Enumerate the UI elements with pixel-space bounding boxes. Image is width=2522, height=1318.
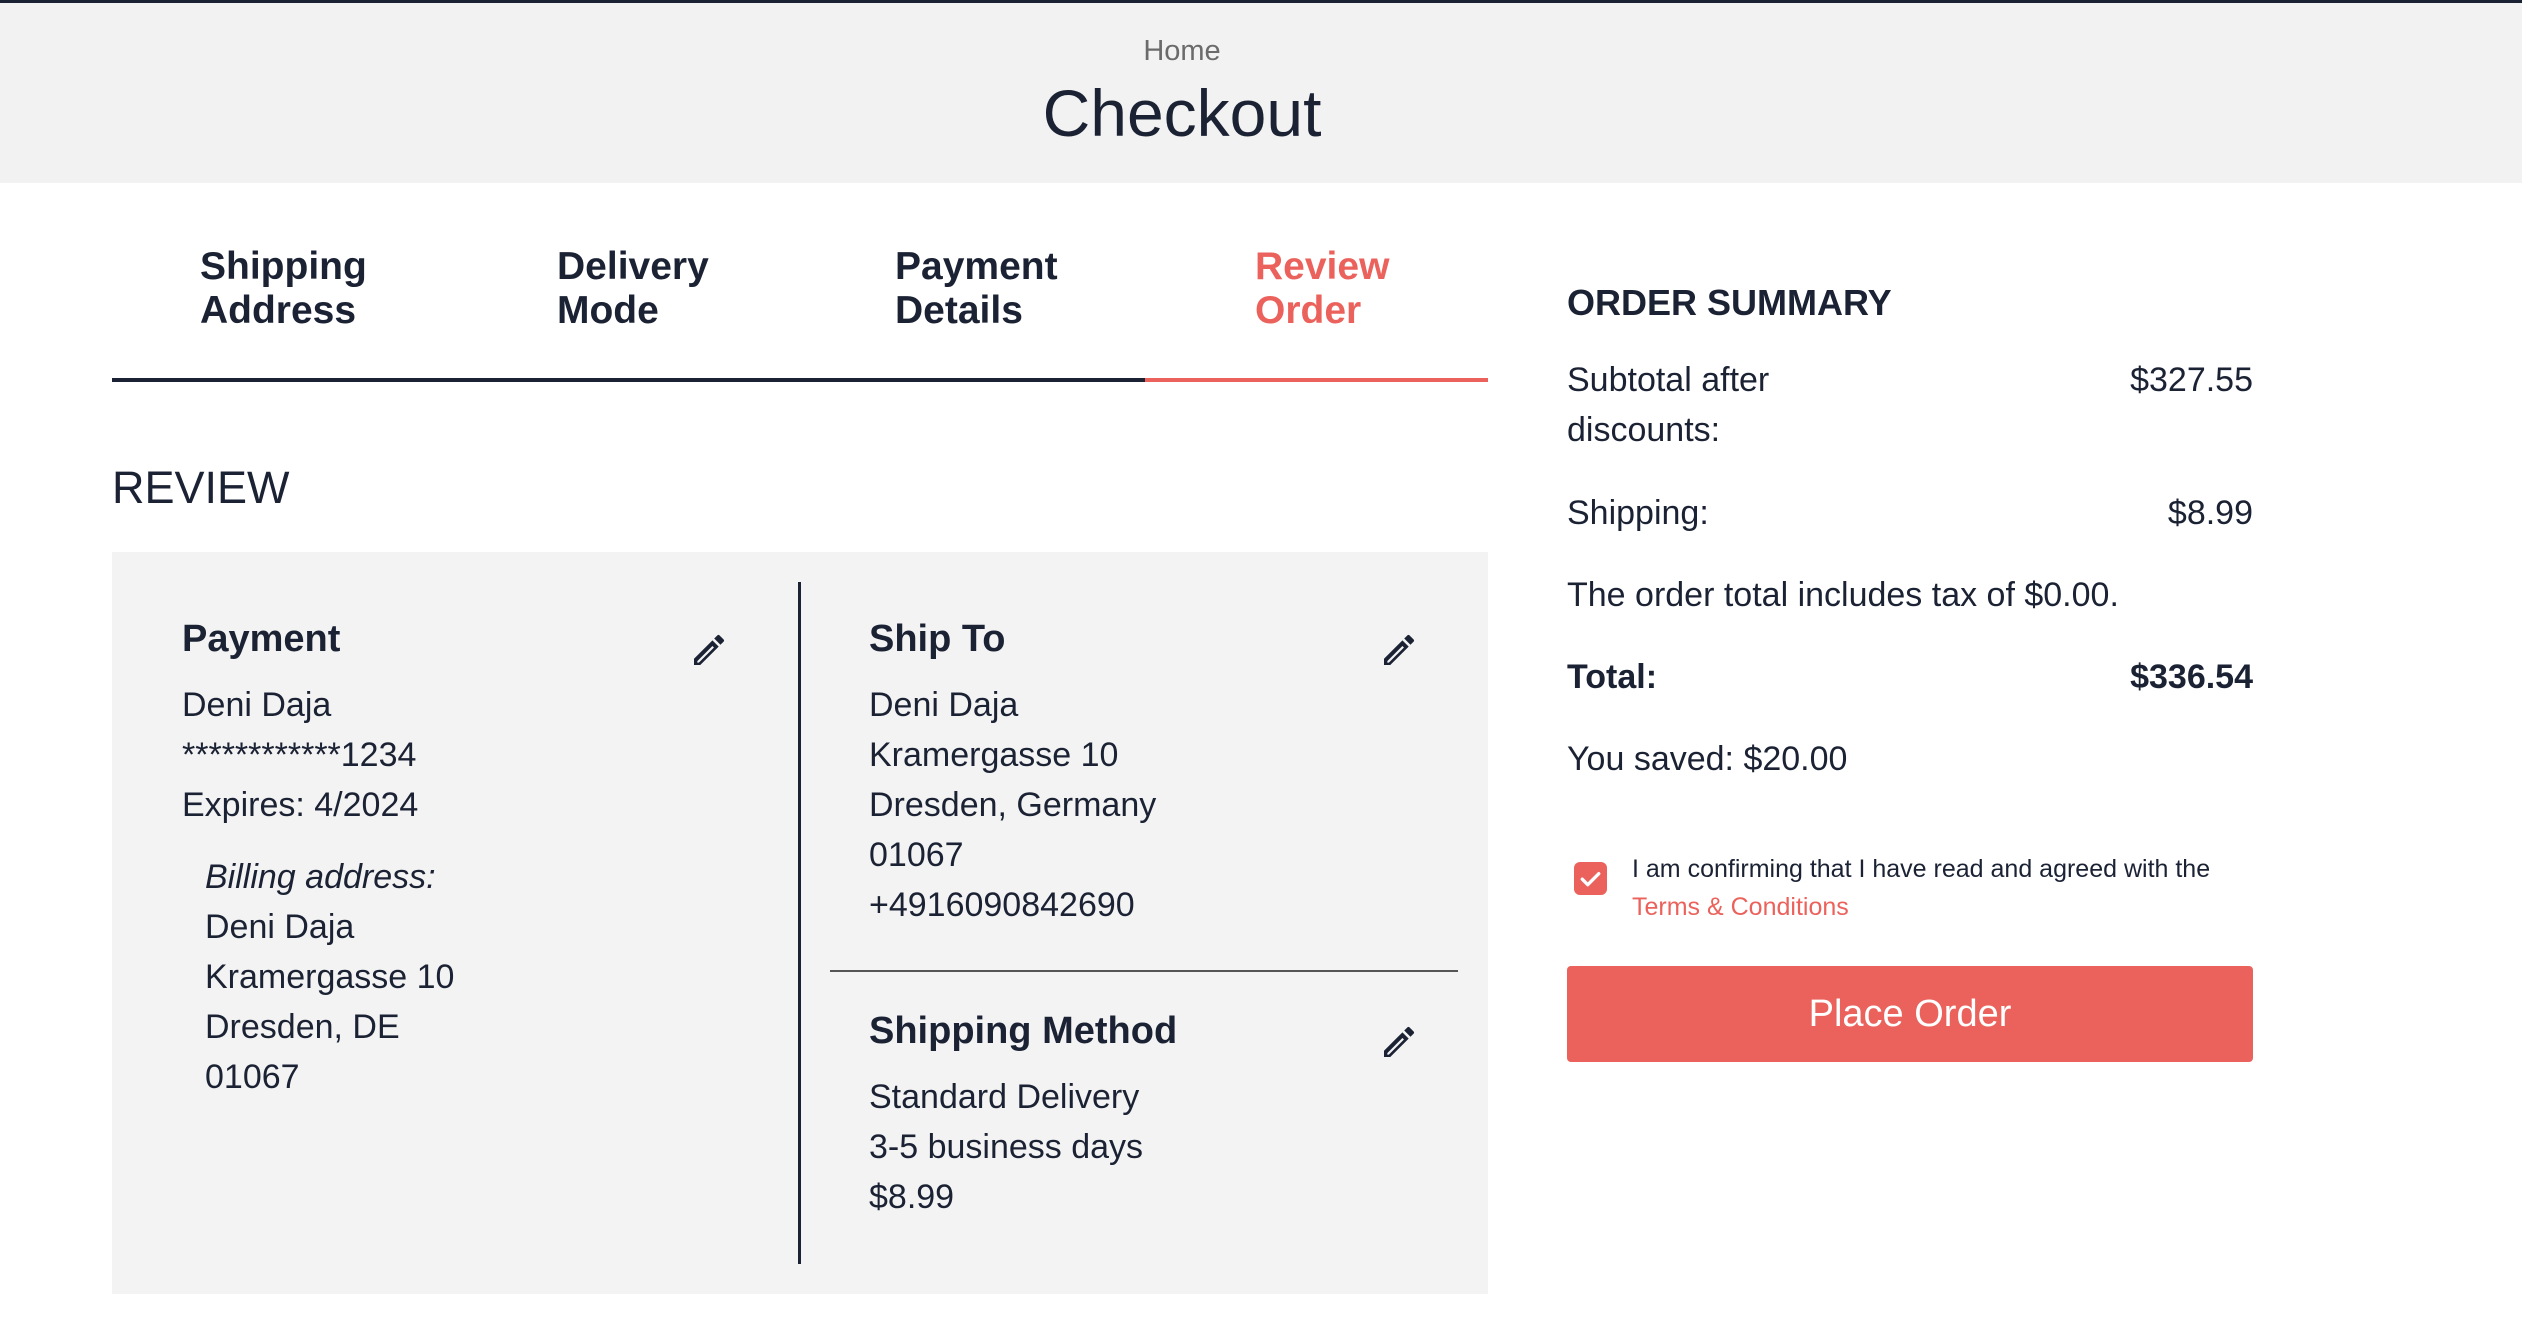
checkout-steps: Shipping Address Delivery Mode Payment D…: [112, 245, 1488, 385]
subtotal-label: Subtotal after discounts:: [1567, 361, 1770, 449]
shipping-method-price: $8.99: [869, 1178, 955, 1216]
terms-text: I am confirming that I have read and agr…: [1632, 850, 2252, 926]
ship-to-title: Ship To: [869, 618, 1006, 660]
step-delivery-mode[interactable]: Delivery Mode: [557, 245, 709, 333]
review-heading: REVIEW: [112, 462, 290, 513]
payment-expiry: Expires: 4/2024: [182, 786, 419, 824]
edit-ship-to-pencil-icon[interactable]: [1379, 630, 1419, 670]
ship-to-zip: 01067: [869, 836, 964, 874]
review-column-divider: [798, 582, 801, 1264]
payment-card-number: ************1234: [182, 736, 417, 774]
billing-name: Deni Daja: [205, 908, 355, 946]
terms-confirmation: I am confirming that I have read and agr…: [1567, 850, 2253, 930]
edit-shipping-method-pencil-icon[interactable]: [1379, 1022, 1419, 1062]
shipping-method-title: Shipping Method: [869, 1010, 1178, 1052]
billing-street: Kramergasse 10: [205, 958, 455, 996]
step-progress-active: [1145, 378, 1488, 382]
shipping-method-name: Standard Delivery: [869, 1078, 1140, 1116]
page-header: Home Checkout: [0, 3, 2522, 183]
payment-name: Deni Daja: [182, 686, 332, 724]
ship-to-street: Kramergasse 10: [869, 736, 1119, 774]
step-payment-details[interactable]: Payment Details: [895, 245, 1058, 333]
billing-zip: 01067: [205, 1058, 300, 1096]
edit-payment-pencil-icon[interactable]: [689, 630, 729, 670]
review-panel: Payment Deni Daja ************1234 Expir…: [112, 552, 1488, 1294]
terms-checkbox[interactable]: [1574, 862, 1607, 895]
tax-note: The order total includes tax of $0.00.: [1567, 576, 2119, 614]
order-summary-title: ORDER SUMMARY: [1567, 282, 1892, 323]
breadcrumb-home[interactable]: Home: [1000, 35, 1364, 68]
terms-conditions-link[interactable]: Terms & Conditions: [1632, 893, 1849, 921]
shipping-value: $8.99: [2167, 494, 2253, 532]
step-review-order[interactable]: Review Order: [1255, 245, 1389, 333]
subtotal-value: $327.55: [2130, 361, 2253, 399]
shipping-method-duration: 3-5 business days: [869, 1128, 1144, 1166]
step-shipping-address[interactable]: Shipping Address: [200, 245, 367, 333]
savings-text: You saved: $20.00: [1567, 740, 1848, 778]
payment-title: Payment: [182, 618, 341, 660]
step-progress-completed: [112, 378, 1145, 382]
place-order-button[interactable]: Place Order: [1567, 966, 2253, 1062]
order-summary: ORDER SUMMARY Subtotal after discounts: …: [1567, 270, 2253, 1070]
billing-address-label: Billing address:: [205, 858, 436, 896]
ship-to-phone: +4916090842690: [869, 886, 1135, 924]
ship-to-city: Dresden, Germany: [869, 786, 1157, 824]
terms-confirm-text: I am confirming that I have read and agr…: [1632, 855, 2211, 883]
billing-city: Dresden, DE: [205, 1008, 400, 1046]
shipping-label: Shipping:: [1567, 494, 1709, 532]
checkmark-icon: [1580, 872, 1601, 887]
total-value: $336.54: [2130, 658, 2253, 696]
ship-to-name: Deni Daja: [869, 686, 1019, 724]
page-title: Checkout: [1042, 76, 1322, 150]
ship-section-divider: [830, 970, 1458, 972]
total-label: Total:: [1567, 658, 1658, 696]
